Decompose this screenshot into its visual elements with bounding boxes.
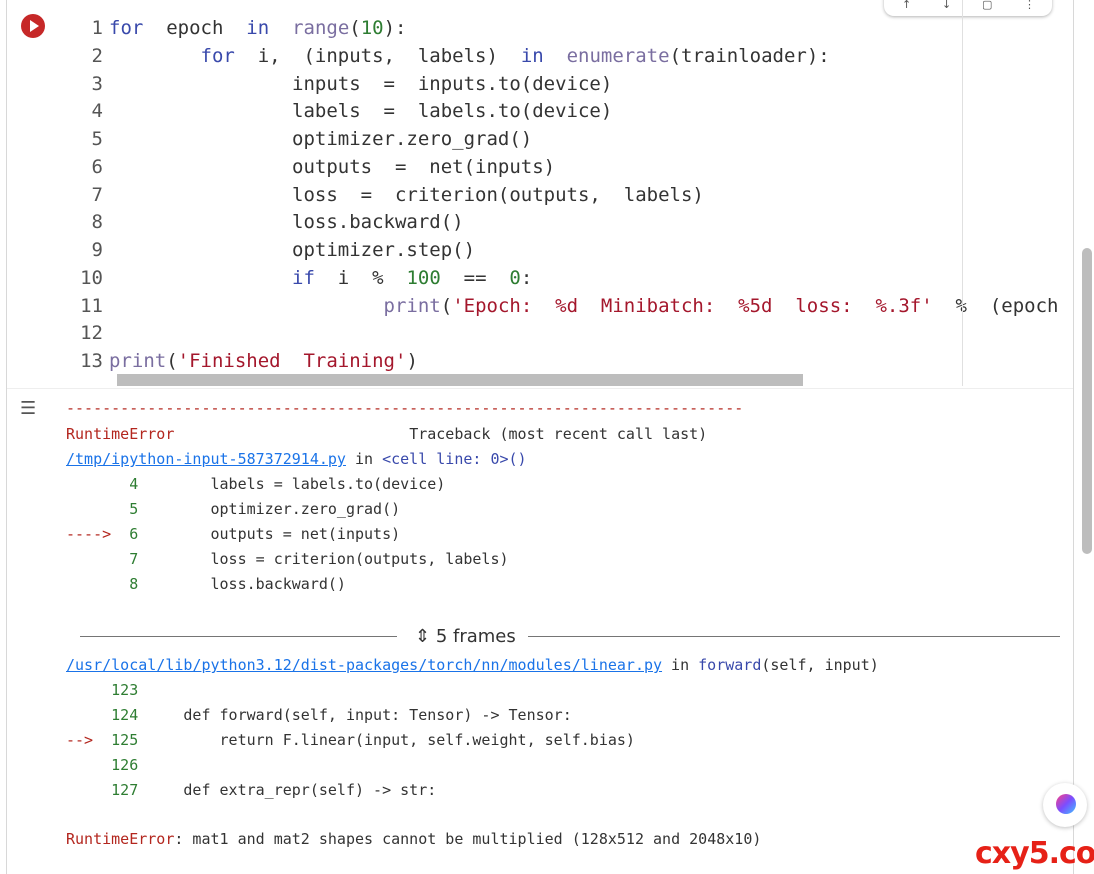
code-text: print('Epoch: %d Minibatch: %5d loss: %.… xyxy=(383,294,1059,317)
line-number: 12 xyxy=(80,322,103,345)
vertical-scrollbar[interactable] xyxy=(1080,0,1094,874)
traceback-frame-line: ----> 6 outputs = net(inputs) xyxy=(66,525,401,543)
line-number: 8 xyxy=(91,211,103,234)
code-line[interactable]: 10 if i % 100 == 0: xyxy=(7,264,532,292)
code-line[interactable]: 13 print('Finished Training') xyxy=(7,347,418,375)
code-text: optimizer.step() xyxy=(109,239,476,261)
traceback-frame-line: 5 optimizer.zero_grad() xyxy=(120,500,401,518)
code-text: if i % 100 == 0: xyxy=(292,266,533,289)
code-line[interactable]: 12 xyxy=(7,319,109,347)
gemini-button[interactable] xyxy=(1043,783,1087,827)
code-text: outputs = net(inputs) xyxy=(109,155,556,178)
traceback-frame-line: --> 125 return F.linear(input, self.weig… xyxy=(66,731,635,749)
code-line[interactable]: 6 outputs = net(inputs) xyxy=(7,153,556,181)
watermark: cxy5.com xyxy=(975,836,1094,871)
traceback-frame-line: 127 def extra_repr(self) -> str: xyxy=(102,781,437,799)
line-number: 10 xyxy=(80,266,103,289)
code-line[interactable]: 11 print('Epoch: %d Minibatch: %5d loss:… xyxy=(7,292,1073,320)
vertical-scrollbar-thumb[interactable] xyxy=(1082,248,1092,554)
code-text: loss.backward() xyxy=(109,211,464,234)
code-text: print('Finished Training') xyxy=(109,350,418,372)
code-line[interactable]: 8 loss.backward() xyxy=(7,208,464,236)
code-text: labels = labels.to(device) xyxy=(109,100,613,123)
code-line[interactable]: 9 optimizer.step() xyxy=(7,236,476,264)
traceback-frame-line: 123 xyxy=(102,681,139,699)
runtime-error-message: RuntimeError: mat1 and mat2 shapes canno… xyxy=(66,830,762,848)
line-number: 2 xyxy=(91,44,103,67)
horizontal-scrollbar-thumb[interactable] xyxy=(117,374,803,386)
code-text: for epoch in range(10): xyxy=(109,17,407,39)
code-text: for i, (inputs, labels) in enumerate(tra… xyxy=(200,44,830,67)
traceback-frame-line: 124 def forward(self, input: Tensor) -> … xyxy=(102,706,572,724)
line-number: 11 xyxy=(80,294,103,317)
output-separator: ----------------------------------------… xyxy=(66,399,744,417)
horizontal-scrollbar[interactable] xyxy=(117,374,805,386)
code-line[interactable]: 5 optimizer.zero_grad() xyxy=(7,125,533,153)
expand-icon: ⇕ xyxy=(415,626,431,647)
code-line[interactable]: 7 loss = criterion(outputs, labels) xyxy=(7,181,704,209)
traceback-file: /tmp/ipython-input-587372914.py in <cell… xyxy=(66,450,527,468)
traceback-header: RuntimeError Traceback (most recent call… xyxy=(66,425,708,443)
line-number: 5 xyxy=(91,128,103,150)
code-line[interactable]: 1 for epoch in range(10): xyxy=(7,14,407,42)
code-text: optimizer.zero_grad() xyxy=(109,128,533,150)
traceback-frame-line: 4 labels = labels.to(device) xyxy=(120,475,446,493)
code-editor[interactable]: 1 for epoch in range(10): 2 for i, (inputs… xyxy=(7,0,1073,388)
code-text: inputs = inputs.to(device) xyxy=(109,72,613,95)
output-divider xyxy=(7,388,1073,389)
line-number: 9 xyxy=(91,239,103,261)
frames-collapse-row: ⇕ 5 frames xyxy=(80,622,1060,652)
line-number: 3 xyxy=(91,72,103,95)
frames-toggle-button[interactable]: ⇕ 5 frames xyxy=(415,622,516,652)
code-line[interactable]: 4 labels = labels.to(device) xyxy=(7,97,613,125)
frames-toggle-label: 5 frames xyxy=(435,626,516,647)
code-line[interactable]: 3 inputs = inputs.to(device) xyxy=(7,70,613,98)
frames-divider-left xyxy=(80,636,397,637)
gemini-icon xyxy=(1056,794,1076,814)
traceback-frame-line: 8 loss.backward() xyxy=(120,575,346,593)
code-text: loss = criterion(outputs, labels) xyxy=(109,183,704,206)
code-line[interactable]: 2 for i, (inputs, labels) in enumerate(t… xyxy=(7,42,830,70)
traceback-frame-line: 7 loss = criterion(outputs, labels) xyxy=(120,550,509,568)
line-number: 1 xyxy=(91,17,103,39)
line-number: 6 xyxy=(91,155,103,178)
line-number: 4 xyxy=(91,100,103,123)
line-number: 13 xyxy=(80,350,103,372)
frames-divider-right xyxy=(528,636,1060,637)
traceback-file: /usr/local/lib/python3.12/dist-packages/… xyxy=(66,656,879,674)
traceback-frame-line: 126 xyxy=(102,756,139,774)
output-toggle-icon[interactable]: ☰ xyxy=(20,398,46,420)
line-number: 7 xyxy=(91,183,103,206)
ruler-line xyxy=(962,0,963,386)
